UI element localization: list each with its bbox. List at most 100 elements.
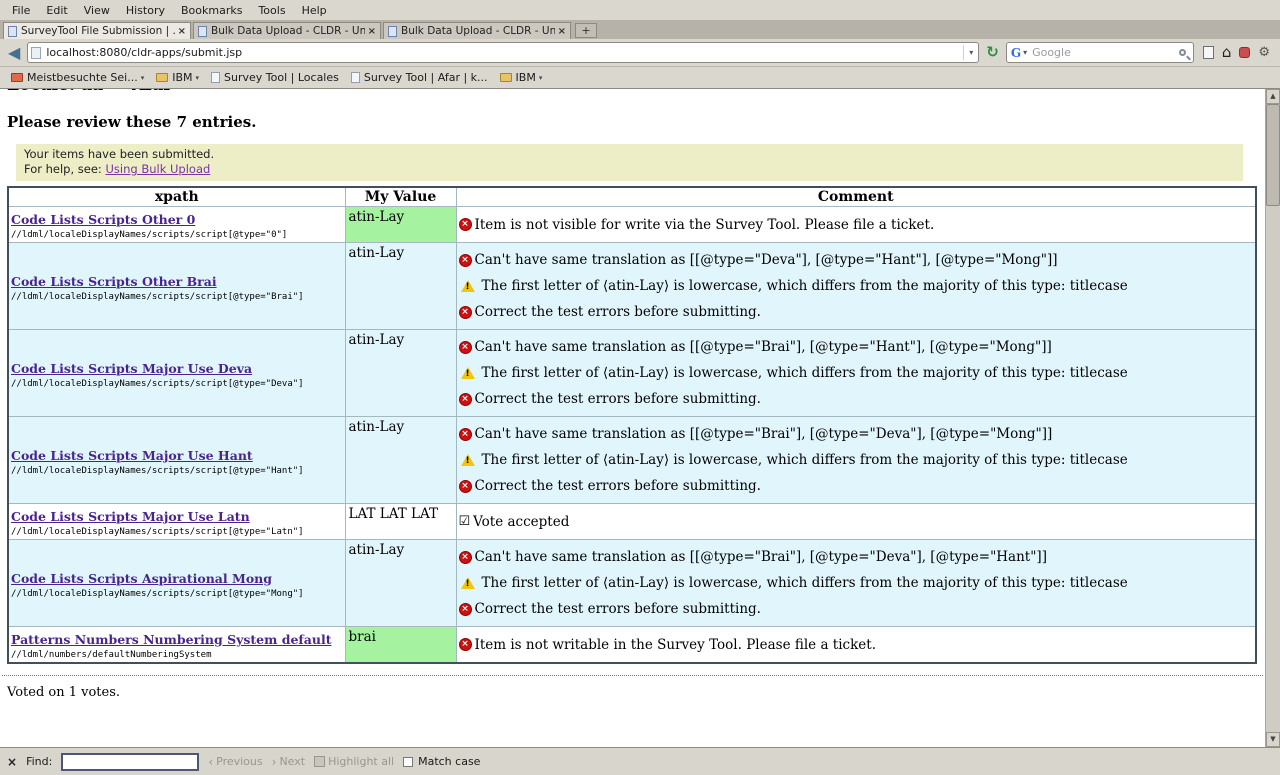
- tab-close-icon[interactable]: ×: [558, 26, 566, 37]
- menu-bookmarks[interactable]: Bookmarks: [173, 2, 250, 19]
- scrollbar[interactable]: ▲ ▼: [1265, 89, 1280, 747]
- menu-bar: FileEditViewHistoryBookmarksToolsHelp: [0, 0, 1280, 20]
- xpath-link[interactable]: Code Lists Scripts Major Use Latn: [11, 509, 250, 524]
- smart-folder-icon: [11, 73, 23, 82]
- find-input[interactable]: [61, 753, 199, 771]
- page-icon: [388, 26, 397, 37]
- tab-close-icon[interactable]: ×: [178, 26, 186, 37]
- warning-icon: [461, 367, 475, 379]
- scrollbar-thumb[interactable]: [1266, 104, 1280, 206]
- reload-button[interactable]: ↻: [984, 45, 1001, 60]
- table-row: Code Lists Scripts Other Brai //ldml/loca…: [8, 243, 1256, 330]
- document-icon[interactable]: [1203, 46, 1214, 59]
- highlight-all-button[interactable]: Highlight all: [314, 755, 394, 768]
- comment-cell: ×Can't have same translation as [[@type=…: [456, 417, 1256, 504]
- xpath-link[interactable]: Patterns Numbers Numbering System defaul…: [11, 632, 332, 647]
- home-icon[interactable]: ⌂: [1222, 45, 1232, 60]
- bookmark-label: Survey Tool | Afar | k...: [364, 71, 488, 84]
- bookmark-item[interactable]: Survey Tool | Afar | k...: [345, 69, 494, 86]
- warning-icon: [461, 577, 475, 589]
- site-icon: [31, 47, 41, 59]
- xpath-link[interactable]: Code Lists Scripts Other Brai: [11, 274, 217, 289]
- checkbox-icon: [403, 757, 413, 767]
- bookmark-item[interactable]: IBM▾: [150, 69, 205, 86]
- xpath-link[interactable]: Code Lists Scripts Major Use Deva: [11, 361, 252, 376]
- scroll-up-button[interactable]: ▲: [1266, 89, 1280, 104]
- find-next-button[interactable]: ›Next: [272, 755, 305, 769]
- bookmark-item[interactable]: Survey Tool | Locales: [205, 69, 345, 86]
- comment-cell: ×Item is not writable in the Survey Tool…: [456, 627, 1256, 664]
- comment-text: Can't have same translation as [[@type="…: [475, 548, 1047, 566]
- xpath-path: //ldml/localeDisplayNames/scripts/script…: [11, 292, 343, 302]
- location-bar[interactable]: localhost:8080/cldr-apps/submit.jsp ▾: [27, 42, 979, 63]
- comment-cell: ☑Vote accepted: [456, 504, 1256, 540]
- close-icon[interactable]: ×: [7, 755, 17, 769]
- comment-line: ×Correct the test errors before submitti…: [459, 390, 1254, 408]
- page-icon: [198, 26, 207, 37]
- chevron-left-icon: ‹: [208, 755, 213, 769]
- back-button[interactable]: ◀: [6, 45, 22, 61]
- find-label: Find:: [26, 755, 52, 768]
- table-row: Code Lists Scripts Major Use Deva//ldml/…: [8, 330, 1256, 417]
- clipped-heading: Locale: aa — Afar: [7, 89, 1265, 97]
- xpath-cell: Code Lists Scripts Major Use Deva//ldml/…: [8, 330, 345, 417]
- gear-icon[interactable]: ⚙: [1258, 46, 1270, 59]
- bulk-upload-help-link[interactable]: Using Bulk Upload: [105, 162, 210, 176]
- navigation-toolbar: ◀ localhost:8080/cldr-apps/submit.jsp ▾ …: [0, 39, 1280, 67]
- find-previous-button[interactable]: ‹Previous: [208, 755, 262, 769]
- bookmark-item[interactable]: IBM▾: [494, 69, 549, 86]
- table-header-row: xpath My Value Comment: [8, 187, 1256, 207]
- error-icon: ×: [459, 480, 472, 493]
- menu-tools[interactable]: Tools: [250, 2, 293, 19]
- error-icon: ×: [459, 341, 472, 354]
- comment-line: The first letter of ⟨atin-Lay⟩ is lowerc…: [459, 451, 1254, 469]
- search-box[interactable]: G ▾ Google: [1006, 42, 1194, 63]
- xpath-path: //ldml/localeDisplayNames/scripts/script…: [11, 527, 343, 537]
- comment-line: ×Correct the test errors before submitti…: [459, 303, 1254, 321]
- new-tab-button[interactable]: +: [575, 23, 597, 38]
- highlighter-icon: [314, 756, 325, 767]
- chevron-right-icon: ›: [272, 755, 277, 769]
- xpath-path: //ldml/localeDisplayNames/scripts/script…: [11, 589, 343, 599]
- column-header-comment: Comment: [456, 187, 1256, 207]
- bookmark-item[interactable]: Meistbesuchte Sei...▾: [5, 69, 150, 86]
- chevron-down-icon[interactable]: ▾: [963, 45, 975, 60]
- scroll-down-button[interactable]: ▼: [1266, 732, 1280, 747]
- browser-tab[interactable]: SurveyTool File Submission | ...×: [3, 22, 191, 39]
- page-icon: [351, 72, 360, 83]
- url-text[interactable]: localhost:8080/cldr-apps/submit.jsp: [46, 46, 963, 59]
- comment-cell: ×Can't have same translation as [[@type=…: [456, 330, 1256, 417]
- comment-text: Correct the test errors before submittin…: [475, 600, 761, 618]
- xpath-path: //ldml/numbers/defaultNumberingSystem: [11, 650, 343, 660]
- xpath-link[interactable]: Code Lists Scripts Aspirational Mong: [11, 571, 272, 586]
- highlight-all-label: Highlight all: [328, 755, 394, 768]
- xpath-cell: Code Lists Scripts Other 0//ldml/localeD…: [8, 207, 345, 243]
- menu-help[interactable]: Help: [294, 2, 335, 19]
- match-case-checkbox[interactable]: Match case: [403, 755, 480, 768]
- toolbar-icons: ⌂ ⚙: [1199, 45, 1274, 60]
- comment-text: Correct the test errors before submittin…: [475, 390, 761, 408]
- menu-file[interactable]: File: [4, 2, 38, 19]
- value-cell: LAT LAT LAT: [345, 504, 456, 540]
- xpath-link[interactable]: Code Lists Scripts Other 0: [11, 212, 195, 227]
- page-body: Locale: aa — Afar Please review these 7 …: [0, 89, 1265, 700]
- table-row: Code Lists Scripts Major Use Hant//ldml/…: [8, 417, 1256, 504]
- review-table-body: Code Lists Scripts Other 0 //ldml/localeD…: [8, 207, 1256, 664]
- page-title: Please review these 7 entries.: [7, 113, 1265, 131]
- tab-close-icon[interactable]: ×: [368, 26, 376, 37]
- chevron-down-icon[interactable]: ▾: [1023, 48, 1027, 57]
- menu-history[interactable]: History: [118, 2, 173, 19]
- search-icon[interactable]: [1179, 49, 1186, 56]
- review-table: xpath My Value Comment Code Lists Script…: [7, 186, 1257, 664]
- browser-tab[interactable]: Bulk Data Upload - CLDR - Un...×: [193, 22, 381, 39]
- browser-tab[interactable]: Bulk Data Upload - CLDR - Un...×: [383, 22, 571, 39]
- xpath-cell: Patterns Numbers Numbering System defaul…: [8, 627, 345, 664]
- comment-cell: ×Can't have same translation as [[@type=…: [456, 540, 1256, 627]
- xpath-link[interactable]: Code Lists Scripts Major Use Hant: [11, 448, 253, 463]
- page-content: Locale: aa — Afar Please review these 7 …: [0, 89, 1280, 747]
- menu-view[interactable]: View: [76, 2, 118, 19]
- status-icon[interactable]: [1239, 47, 1250, 58]
- search-input[interactable]: Google: [1032, 46, 1179, 59]
- menu-edit[interactable]: Edit: [38, 2, 75, 19]
- xpath-cell: Code Lists Scripts Major Use Hant//ldml/…: [8, 417, 345, 504]
